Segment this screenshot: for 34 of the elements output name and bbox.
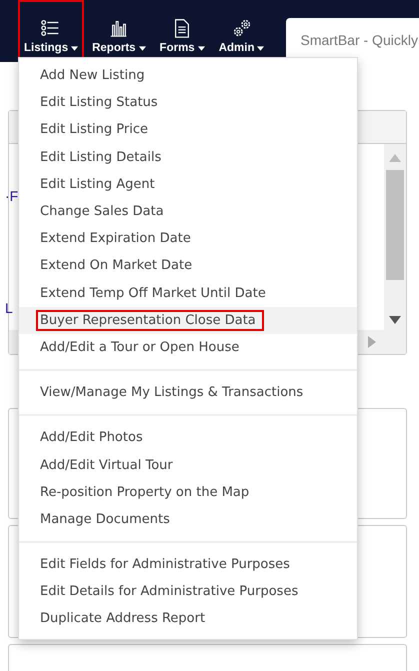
menu-item[interactable]: Extend On Market Date <box>19 252 357 280</box>
menu-item[interactable]: Extend Temp Off Market Until Date <box>19 280 357 307</box>
search-field[interactable]: SmartBar - Quickly <box>286 18 419 62</box>
caret-icon <box>198 46 205 50</box>
nav-menu-button[interactable]: Forms <box>154 0 211 62</box>
caret-icon <box>257 46 264 50</box>
menu-item[interactable]: Add/Edit Virtual Tour <box>19 451 357 479</box>
menu-item[interactable]: Edit Listing Status <box>19 89 357 116</box>
vertical-scrollbar[interactable] <box>384 144 406 330</box>
menu-item[interactable]: Extend Expiration Date <box>19 225 357 252</box>
menu-item[interactable]: Edit Fields for Administrative Purposes <box>19 551 357 578</box>
menu-item[interactable]: View/Manage My Listings & Transactions <box>19 379 357 406</box>
menu-item[interactable]: Edit Listing Agent <box>19 170 357 198</box>
menu-item[interactable]: Re-position Property on the Map <box>19 478 357 506</box>
menu-item[interactable]: Add New Listing <box>19 62 357 90</box>
link-text[interactable]: L <box>5 300 13 316</box>
caret-icon <box>138 46 146 50</box>
scrollbar-thumb[interactable] <box>386 170 404 280</box>
caret-icon <box>71 46 78 50</box>
menu-item[interactable]: Add/Edit a Tour or Open House <box>19 334 357 362</box>
scroll-right-icon[interactable] <box>368 336 376 348</box>
menu-item[interactable]: Manage Documents <box>19 506 357 533</box>
menu-item[interactable]: Edit Listing Price <box>19 116 357 144</box>
link-text[interactable]: ·F <box>5 188 18 204</box>
menu-item[interactable]: Edit Listing Details <box>19 144 357 171</box>
nav-menu-button[interactable]: Admin <box>212 0 270 62</box>
scroll-up-icon[interactable] <box>389 154 401 162</box>
menu-item[interactable]: Duplicate Address Report <box>19 605 357 633</box>
menu-item[interactable]: Edit Details for Administrative Purposes <box>19 578 357 606</box>
scroll-down-icon[interactable] <box>389 316 401 324</box>
nav-menu-button[interactable]: Reports <box>86 0 152 62</box>
menu-item[interactable]: Change Sales Data <box>19 198 357 226</box>
menu-item[interactable]: Buyer Representation Close Data <box>19 306 357 334</box>
menu-item[interactable]: Add/Edit Photos <box>19 424 357 452</box>
